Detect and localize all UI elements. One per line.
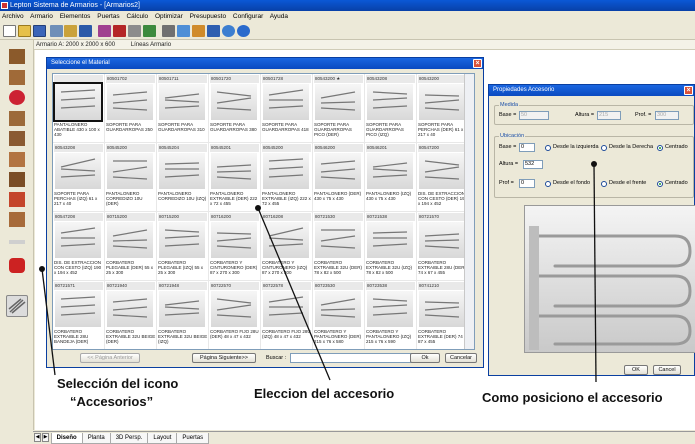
annotation-icon-line1: Selección del icono xyxy=(57,376,179,391)
annotation-position: Como posiciono el accesorio xyxy=(482,390,663,405)
tab-3d-persp[interactable]: 3D Persp. xyxy=(109,433,149,444)
anno-dot-position xyxy=(591,161,597,167)
tab-layout[interactable]: Layout xyxy=(147,433,178,444)
anno-dot-choice xyxy=(255,205,261,211)
leader-position xyxy=(593,163,597,383)
leader-icon xyxy=(41,268,56,376)
sheet-tabs: ◀ ▶ Diseño Planta 3D Persp. Layout Puertas xyxy=(33,431,695,444)
app-window: Lepton Sistema de Armarios - [Armarios2]… xyxy=(0,0,695,444)
tab-puertas[interactable]: Puertas xyxy=(176,433,210,444)
tab-planta[interactable]: Planta xyxy=(81,433,111,444)
tab-next-icon[interactable]: ▶ xyxy=(42,432,49,442)
annotation-icon-line2: “Accesorios” xyxy=(70,394,154,409)
tab-diseno[interactable]: Diseño xyxy=(50,433,83,444)
annotation-choice: Eleccion del accesorio xyxy=(254,386,395,401)
tab-prev-icon[interactable]: ◀ xyxy=(34,432,41,442)
leader-choice xyxy=(257,207,331,381)
